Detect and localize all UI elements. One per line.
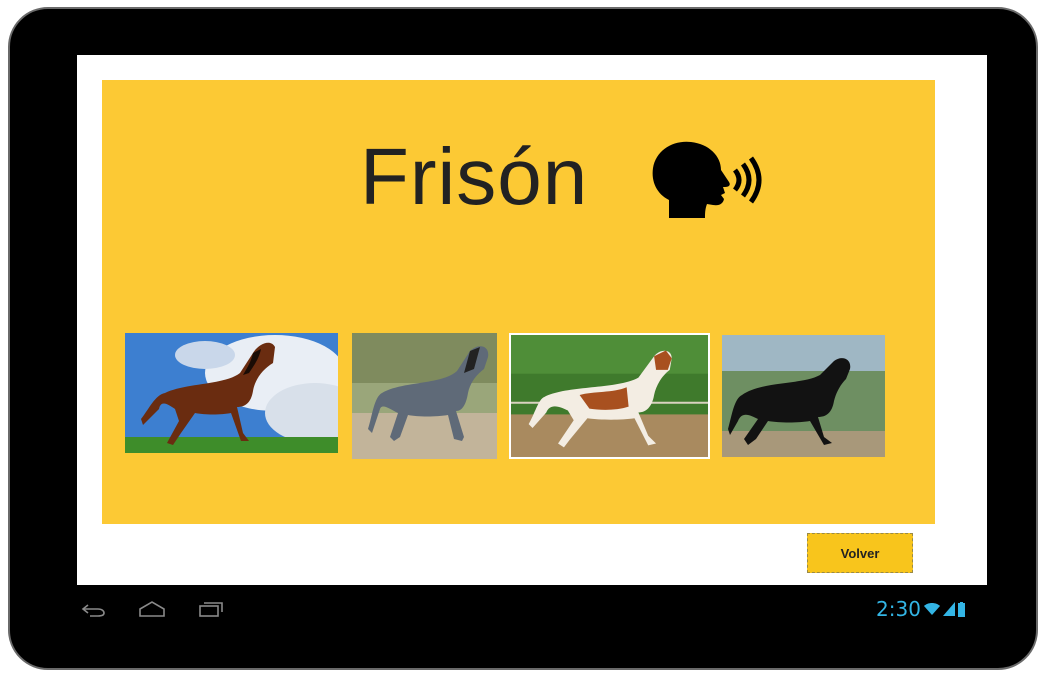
battery-icon — [957, 601, 965, 617]
horse-image-roan[interactable] — [352, 333, 497, 459]
back-icon[interactable] — [80, 602, 106, 618]
horse-image-friesian[interactable] — [722, 335, 885, 457]
back-button[interactable]: Volver — [807, 533, 913, 573]
signal-icon — [942, 602, 955, 616]
recent-apps-icon[interactable] — [198, 600, 224, 618]
content-panel: Frisón — [102, 80, 935, 524]
status-bar: 2:30 — [876, 597, 965, 621]
app-screen: Frisón Volver — [77, 55, 987, 585]
home-icon[interactable] — [137, 600, 167, 618]
clock: 2:30 — [876, 597, 921, 621]
horse-image-bay[interactable] — [125, 333, 338, 453]
horse-image-pinto[interactable] — [509, 333, 710, 459]
horse-gallery — [102, 80, 935, 524]
wifi-icon — [923, 603, 940, 615]
